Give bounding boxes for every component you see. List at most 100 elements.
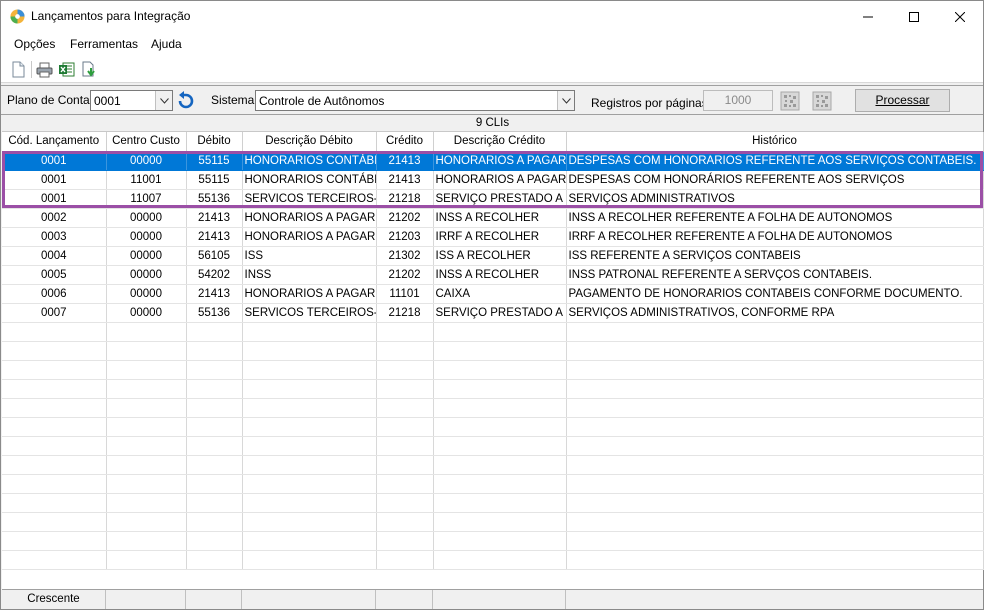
cell-descricao-debito[interactable]: SERVICOS TERCEIROS-PF — [242, 303, 377, 323]
cell-historico[interactable]: INSS PATRONAL REFERENTE A SERVÇOS CONTAB… — [566, 265, 984, 285]
cell-cod-lancamento[interactable]: 0006 — [2, 284, 107, 304]
cell-descricao-credito[interactable]: CAIXA — [433, 284, 567, 304]
previous-page-icon[interactable] — [779, 90, 801, 112]
cell-centro-custo[interactable]: 00000 — [106, 265, 187, 285]
cell-debito[interactable]: 55115 — [186, 151, 243, 171]
menu-ajuda[interactable]: Ajuda — [151, 37, 182, 51]
cell-centro-custo[interactable]: 00000 — [106, 208, 187, 228]
cell-historico[interactable]: INSS A RECOLHER REFERENTE A FOLHA DE AUT… — [566, 208, 984, 228]
menu-opcoes[interactable]: Opções — [14, 37, 55, 51]
close-button[interactable] — [937, 1, 983, 32]
table-row[interactable]: 0005 00000 54202 INSS 21202 INSS A RECOLHER IN… — [2, 265, 984, 285]
column-header-descricao-credito[interactable]: Descrição Crédito — [433, 132, 567, 152]
processar-button[interactable]: Processar — [855, 89, 950, 112]
sistema-select[interactable]: Controle de Autônomos — [255, 90, 575, 111]
table-row[interactable]: 00011100755136SERVICOS TERCEIROS-PF21218… — [2, 189, 984, 209]
cell-descricao-debito[interactable]: SERVICOS TERCEIROS-PF — [242, 189, 377, 209]
cell-centro-custo[interactable]: 00000 — [106, 284, 187, 304]
cell-descricao-credito[interactable]: ISS A RECOLHER — [433, 246, 567, 266]
menu-ferramentas[interactable]: Ferramentas — [70, 37, 138, 51]
maximize-button[interactable] — [891, 1, 937, 32]
cell-cod-lancamento[interactable]: 0004 — [2, 246, 107, 266]
cell-historico[interactable]: SERVIÇOS ADMINISTRATIVOS — [566, 189, 984, 209]
minimize-button[interactable] — [845, 1, 891, 32]
cell-credito[interactable]: 21413 — [376, 151, 434, 171]
cell-descricao-credito[interactable]: SERVIÇO PRESTADO A PAGAR — [433, 189, 567, 209]
cell-credito[interactable]: 21302 — [376, 246, 434, 266]
cell-descricao-credito[interactable]: INSS A RECOLHER — [433, 265, 567, 285]
table-row[interactable]: 0003 00000 21413 HONORARIOS A PAGAR 21203 IRR… — [2, 227, 984, 247]
table-row[interactable]: 0004 00000 56105 ISS 21302 ISS A RECOLHER ISS … — [2, 246, 984, 266]
cell-descricao-debito[interactable]: HONORARIOS CONTÁBEIS — [242, 151, 377, 171]
import-icon[interactable] — [81, 61, 98, 78]
table-row[interactable]: 00070000055136SERVICOS TERCEIROS-PF21218… — [2, 303, 984, 323]
column-header-debito[interactable]: Débito — [186, 132, 243, 152]
empty-cell — [106, 322, 187, 342]
cell-descricao-credito[interactable]: INSS A RECOLHER — [433, 208, 567, 228]
cell-centro-custo[interactable]: 00000 — [106, 303, 187, 323]
cell-centro-custo[interactable]: 11001 — [106, 170, 187, 190]
cell-credito[interactable]: 21218 — [376, 303, 434, 323]
column-header-credito[interactable]: Crédito — [376, 132, 434, 152]
cell-credito[interactable]: 21203 — [376, 227, 434, 247]
cell-credito[interactable]: 21202 — [376, 265, 434, 285]
cell-descricao-debito[interactable]: HONORARIOS A PAGAR — [242, 227, 377, 247]
cell-cod-lancamento[interactable]: 0002 — [2, 208, 107, 228]
cell-centro-custo[interactable]: 11007 — [106, 189, 187, 209]
table-row[interactable]: 00010000055115HONORARIOS CONTÁBEIS21413H… — [2, 151, 984, 171]
excel-export-icon[interactable] — [58, 61, 75, 78]
cell-historico[interactable]: DESPESAS COM HONORÁRIOS REFERENTE AOS SE… — [566, 170, 984, 190]
table-row[interactable]: 00011100155115HONORARIOS CONTÁBEIS21413H… — [2, 170, 984, 190]
cell-historico[interactable]: IRRF A RECOLHER REFERENTE A FOLHA DE AUT… — [566, 227, 984, 247]
cell-descricao-credito[interactable]: HONORARIOS A PAGAR — [433, 151, 567, 171]
cell-descricao-credito[interactable]: IRRF A RECOLHER — [433, 227, 567, 247]
column-header-centro-custo[interactable]: Centro Custo — [106, 132, 187, 152]
cell-credito[interactable]: 21218 — [376, 189, 434, 209]
cell-cod-lancamento[interactable]: 0001 — [2, 189, 107, 209]
print-icon[interactable] — [36, 61, 53, 78]
cell-debito[interactable]: 54202 — [186, 265, 243, 285]
cell-debito[interactable]: 55136 — [186, 303, 243, 323]
plano-de-contas-select[interactable]: 0001 — [90, 90, 173, 111]
cell-debito[interactable]: 21413 — [186, 208, 243, 228]
cell-historico[interactable]: SERVIÇOS ADMINISTRATIVOS, CONFORME RPA — [566, 303, 984, 323]
column-header-historico[interactable]: Histórico — [566, 132, 984, 152]
cell-debito[interactable]: 56105 — [186, 246, 243, 266]
cell-centro-custo[interactable]: 00000 — [106, 151, 187, 171]
new-document-icon[interactable] — [10, 61, 27, 78]
cell-cod-lancamento[interactable]: 0003 — [2, 227, 107, 247]
cell-credito[interactable]: 11101 — [376, 284, 434, 304]
cell-cod-lancamento[interactable]: 0001 — [2, 151, 107, 171]
cell-centro-custo[interactable]: 00000 — [106, 227, 187, 247]
column-header-descricao-debito[interactable]: Descrição Débito — [242, 132, 377, 152]
cell-debito[interactable]: 21413 — [186, 227, 243, 247]
cell-historico[interactable]: DESPESAS COM HONORARIOS REFERENTE AOS SE… — [566, 151, 984, 171]
cell-historico[interactable]: PAGAMENTO DE HONORARIOS CONTABEIS CONFOR… — [566, 284, 984, 304]
cell-descricao-debito[interactable]: ISS — [242, 246, 377, 266]
cell-descricao-debito[interactable]: HONORARIOS A PAGAR — [242, 284, 377, 304]
chevron-down-icon[interactable] — [557, 91, 574, 110]
cell-historico[interactable]: ISS REFERENTE A SERVIÇOS CONTABEIS — [566, 246, 984, 266]
empty-cell — [106, 455, 187, 475]
cell-descricao-credito[interactable]: SERVIÇO PRESTADO A PAGAR — [433, 303, 567, 323]
cell-descricao-debito[interactable]: INSS — [242, 265, 377, 285]
column-header-cod-lancamento[interactable]: Cód. Lançamento — [2, 132, 107, 152]
cell-descricao-credito[interactable]: HONORARIOS A PAGAR — [433, 170, 567, 190]
cell-credito[interactable]: 21413 — [376, 170, 434, 190]
cell-cod-lancamento[interactable]: 0001 — [2, 170, 107, 190]
next-page-icon[interactable] — [811, 90, 833, 112]
cell-descricao-debito[interactable]: HONORARIOS CONTÁBEIS — [242, 170, 377, 190]
chevron-down-icon[interactable] — [155, 91, 172, 110]
refresh-undo-icon[interactable] — [175, 90, 197, 112]
cell-debito[interactable]: 55136 — [186, 189, 243, 209]
cell-descricao-debito[interactable]: HONORARIOS A PAGAR — [242, 208, 377, 228]
cell-cod-lancamento[interactable]: 0007 — [2, 303, 107, 323]
cell-centro-custo[interactable]: 00000 — [106, 246, 187, 266]
cell-cod-lancamento[interactable]: 0005 — [2, 265, 107, 285]
cell-debito[interactable]: 21413 — [186, 284, 243, 304]
table-row[interactable]: 0002 00000 21413 HONORARIOS A PAGAR 21202 INS… — [2, 208, 984, 228]
registros-por-paginas-input[interactable]: 1000 — [703, 90, 773, 111]
cell-debito[interactable]: 55115 — [186, 170, 243, 190]
cell-credito[interactable]: 21202 — [376, 208, 434, 228]
table-row[interactable]: 0006 00000 21413 HONORARIOS A PAGAR 11101 CAI… — [2, 284, 984, 304]
